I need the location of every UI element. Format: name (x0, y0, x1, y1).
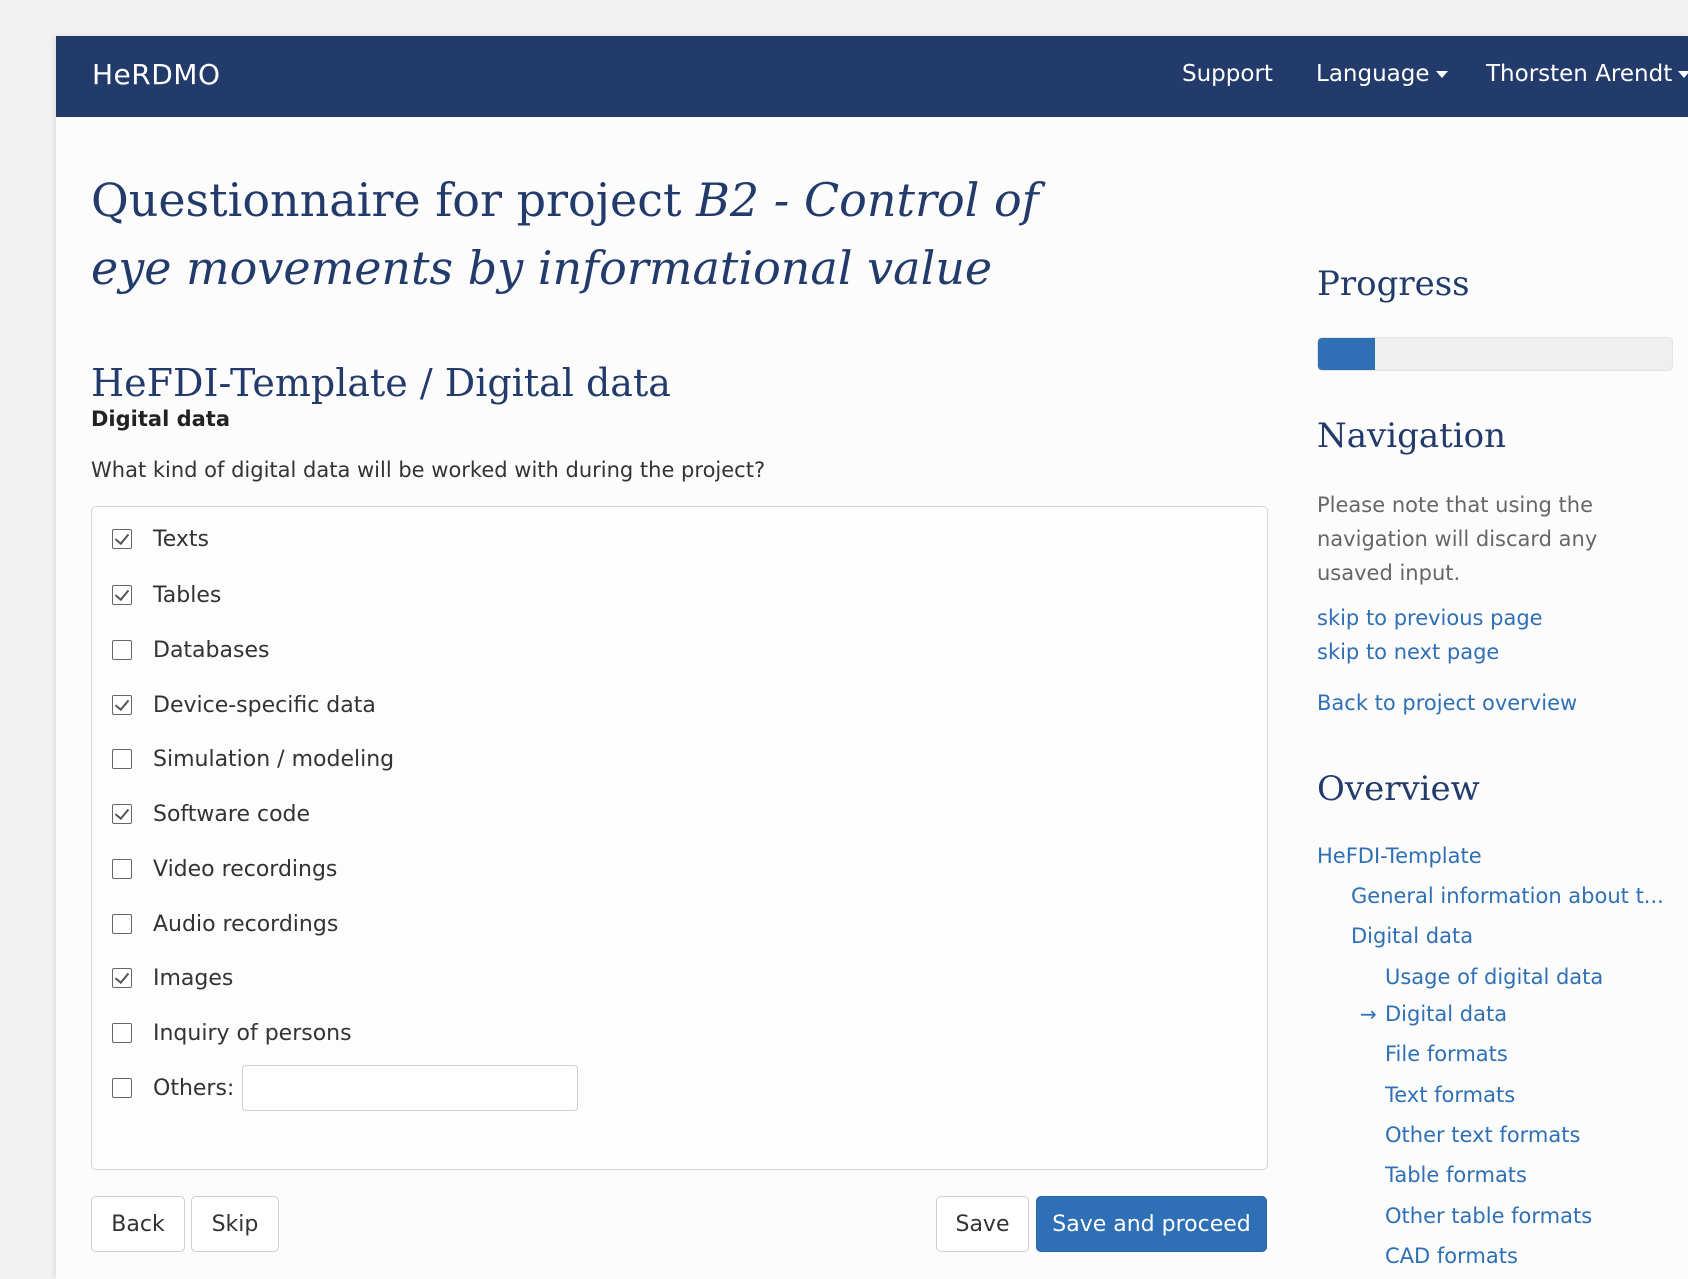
overview-page-file-formats-link[interactable]: File formats (1385, 1042, 1508, 1066)
brand-logo[interactable]: HeRDMO (92, 58, 221, 91)
option-audio-recordings[interactable]: Audio recordings (112, 909, 338, 939)
save-and-proceed-button[interactable]: Save and proceed (1036, 1196, 1267, 1252)
chevron-down-icon (1678, 71, 1688, 78)
support-link[interactable]: Support (1182, 61, 1273, 87)
progress-fill (1318, 338, 1375, 370)
overview-page-usage-link[interactable]: Usage of digital data (1385, 965, 1603, 989)
checkbox[interactable] (112, 529, 132, 549)
language-label: Language (1316, 61, 1430, 87)
navigation-heading: Navigation (1317, 416, 1507, 456)
checkbox[interactable] (112, 968, 132, 988)
overview-page-cad-formats-link[interactable]: CAD formats (1385, 1244, 1518, 1268)
user-name: Thorsten Arendt (1486, 61, 1673, 87)
overview-general-info-link[interactable]: General information about t... (1351, 884, 1664, 908)
option-software-code[interactable]: Software code (112, 799, 310, 829)
save-button[interactable]: Save (936, 1196, 1029, 1252)
option-inquiry-of-persons[interactable]: Inquiry of persons (112, 1018, 352, 1048)
others-input[interactable] (242, 1065, 579, 1111)
progress-heading: Progress (1317, 264, 1470, 304)
skip-button[interactable]: Skip (191, 1196, 279, 1252)
options-panel: Texts Tables Databases Device-specific d… (91, 506, 1268, 1170)
overview-heading: Overview (1317, 769, 1480, 809)
user-menu[interactable]: Thorsten Arendt (1486, 61, 1688, 87)
section-title: HeFDI-Template / Digital data (91, 361, 671, 405)
option-images[interactable]: Images (112, 963, 233, 993)
option-label: Images (153, 965, 234, 991)
option-tables[interactable]: Tables (112, 580, 221, 610)
option-texts[interactable]: Texts (112, 524, 209, 554)
option-device-specific-data[interactable]: Device-specific data (112, 690, 376, 720)
checkbox[interactable] (112, 804, 132, 824)
option-databases[interactable]: Databases (112, 635, 269, 665)
checkbox[interactable] (112, 1078, 132, 1098)
overview-digital-data-section-link[interactable]: Digital data (1351, 924, 1473, 948)
question-text: What kind of digital data will be worked… (91, 458, 766, 482)
language-menu[interactable]: Language (1316, 61, 1448, 87)
navigation-note: Please note that using the navigation wi… (1317, 493, 1598, 585)
overview-page-table-formats-link[interactable]: Table formats (1385, 1163, 1527, 1187)
overview-page-text-formats-link[interactable]: Text formats (1385, 1083, 1515, 1107)
app-window: HeRDMO Support Language Thorsten Arendt … (56, 36, 1688, 1279)
option-others[interactable]: Others: (112, 1065, 579, 1111)
skip-previous-link[interactable]: skip to previous page (1317, 606, 1543, 630)
skip-next-link[interactable]: skip to next page (1317, 640, 1499, 664)
current-page-arrow-icon: → (1360, 1002, 1377, 1026)
back-button[interactable]: Back (91, 1196, 185, 1252)
option-simulation-modeling[interactable]: Simulation / modeling (112, 744, 394, 774)
checkbox[interactable] (112, 859, 132, 879)
title-prefix: Questionnaire for project (91, 173, 697, 227)
overview-page-other-text-formats-link[interactable]: Other text formats (1385, 1123, 1580, 1147)
option-label: Inquiry of persons (153, 1020, 352, 1046)
overview-page-other-table-formats-link[interactable]: Other table formats (1385, 1204, 1592, 1228)
checkbox[interactable] (112, 914, 132, 934)
page-title: Questionnaire for project B2 - Control o… (91, 166, 1131, 302)
option-label: Databases (153, 637, 270, 663)
option-label: Tables (153, 582, 222, 608)
option-label: Simulation / modeling (153, 746, 395, 772)
chevron-down-icon (1435, 71, 1448, 78)
option-label: Texts (153, 526, 209, 552)
option-label: Audio recordings (153, 911, 339, 937)
checkbox[interactable] (112, 1023, 132, 1043)
option-label: Others: (153, 1075, 235, 1101)
overview-root-link[interactable]: HeFDI-Template (1317, 844, 1482, 868)
back-to-overview-link[interactable]: Back to project overview (1317, 691, 1577, 715)
option-label: Video recordings (153, 856, 338, 882)
checkbox[interactable] (112, 640, 132, 660)
option-label: Device-specific data (153, 692, 376, 718)
checkbox[interactable] (112, 749, 132, 769)
overview-page-current-link[interactable]: Digital data (1385, 1002, 1507, 1026)
progress-bar (1317, 337, 1673, 371)
checkbox[interactable] (112, 585, 132, 605)
option-label: Software code (153, 801, 311, 827)
top-navbar: HeRDMO Support Language Thorsten Arendt (56, 36, 1688, 117)
option-video-recordings[interactable]: Video recordings (112, 854, 337, 884)
checkbox[interactable] (112, 695, 132, 715)
question-label: Digital data (91, 407, 230, 431)
